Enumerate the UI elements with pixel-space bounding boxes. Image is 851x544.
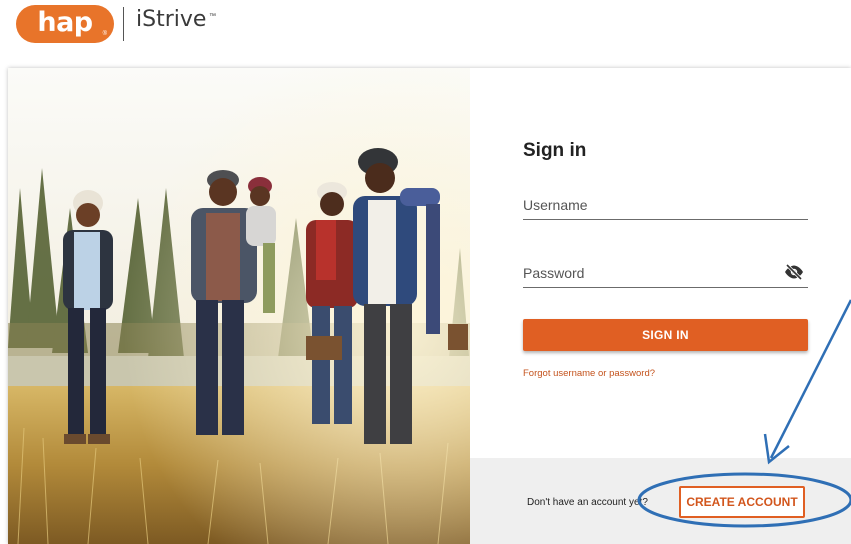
logo-divider [123, 7, 124, 41]
password-input[interactable] [523, 262, 778, 284]
create-account-button[interactable]: CREATE ACCOUNT [679, 486, 805, 518]
hap-logo[interactable]: hap ® [16, 5, 114, 43]
page-header: hap ® iStrive ™ [0, 0, 851, 62]
login-page: hap ® iStrive ™ Sign in Username SIGN IN… [0, 0, 851, 544]
forgot-credentials-link[interactable]: Forgot username or password? [523, 368, 655, 379]
brand-trademark: ™ [209, 13, 216, 20]
brand-name: iStrive [136, 7, 207, 32]
eye-slash-icon[interactable] [784, 264, 804, 280]
username-field-container [523, 186, 808, 220]
no-account-prompt: Don't have an account yet? [527, 497, 648, 508]
hap-logo-text: hap [37, 7, 93, 38]
password-field-container [523, 254, 808, 288]
hap-logo-registered-mark: ® [102, 31, 107, 37]
family-walking-illustration [8, 68, 470, 544]
username-input[interactable] [523, 194, 778, 216]
signin-title: Sign in [523, 140, 587, 161]
signin-button[interactable]: SIGN IN [523, 319, 808, 351]
login-card: Sign in SIGN IN Forgot username or passw… [8, 68, 851, 544]
create-account-strip: Don't have an account yet? CREATE ACCOUN… [470, 458, 851, 544]
signin-form: Sign in SIGN IN Forgot username or passw… [470, 68, 851, 458]
hero-photo [8, 68, 470, 544]
